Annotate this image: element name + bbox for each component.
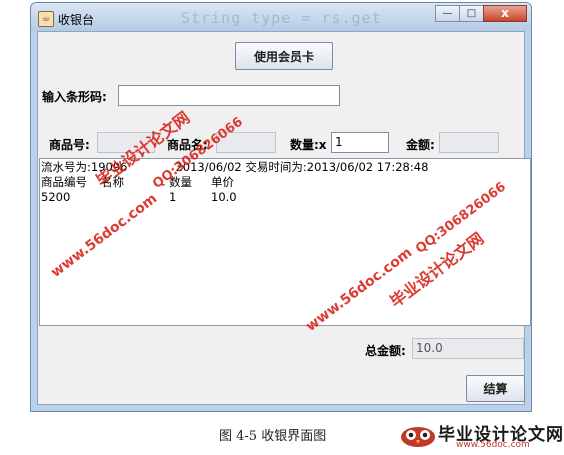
header-quantity: 数量: [169, 175, 192, 189]
content-pane: 使用会员卡 输入条形码: 商品号: 商品名: 数量:x 1 金额: 流水号为:1…: [37, 31, 531, 405]
title-ghost-text: String type = rs.get: [181, 9, 382, 27]
header-product-code: 商品编号: [41, 175, 87, 189]
cashier-window: ☕ 收银台 String type = rs.get — □ x 使用会员卡 输…: [30, 2, 532, 412]
figure-caption: 图 4-5 收银界面图: [219, 429, 327, 444]
title-bar[interactable]: ☕ 收银台 String type = rs.get — □ x: [31, 3, 531, 31]
use-member-card-button[interactable]: 使用会员卡: [235, 42, 333, 70]
product-no-field: [97, 132, 155, 153]
amount-field: [439, 132, 499, 153]
quantity-label: 数量:x: [290, 138, 327, 152]
receipt-line-1: 流水号为:19096 2013/06/02 交易时间为:2013/06/02 17…: [41, 160, 530, 175]
amount-label: 金额:: [406, 138, 435, 152]
total-amount-field: 10.0: [412, 338, 524, 359]
item-quantity: 1: [169, 190, 177, 204]
receipt-item-row: 5200 1 10.0: [41, 190, 530, 205]
header-name: 名称: [101, 175, 124, 189]
serial-number-text: 流水号为:19096: [41, 160, 128, 174]
product-name-field: [216, 132, 276, 153]
item-unit-price: 10.0: [211, 190, 237, 204]
receipt-textarea[interactable]: 流水号为:19096 2013/06/02 交易时间为:2013/06/02 17…: [39, 158, 531, 326]
java-app-icon: ☕: [38, 11, 54, 27]
minimize-button[interactable]: —: [435, 5, 460, 22]
item-product-code: 5200: [41, 190, 71, 204]
header-unit-price: 单价: [211, 175, 234, 189]
barcode-input[interactable]: [118, 85, 340, 106]
total-amount-label: 总金额:: [365, 344, 406, 358]
footer-logo-url: www.56doc.com: [456, 440, 530, 450]
receipt-date-text: 2013/06/02: [175, 160, 242, 174]
close-button[interactable]: x: [483, 5, 527, 22]
receipt-header-row: 商品编号 名称 数量 单价: [41, 175, 530, 190]
window-title: 收银台: [58, 13, 95, 27]
transaction-time-text: 交易时间为:2013/06/02 17:28:48: [245, 160, 429, 174]
quantity-input[interactable]: 1: [331, 132, 389, 153]
window-controls: — □ x: [435, 5, 527, 22]
barcode-label: 输入条形码:: [42, 90, 107, 104]
footer-logo: 毕业设计论文网 www.56doc.com: [398, 420, 563, 450]
maximize-button[interactable]: □: [459, 5, 484, 22]
product-name-label: 商品名:: [167, 138, 208, 152]
product-no-label: 商品号:: [49, 138, 90, 152]
owl-logo-icon: [401, 427, 435, 447]
checkout-button[interactable]: 结算: [466, 375, 525, 402]
